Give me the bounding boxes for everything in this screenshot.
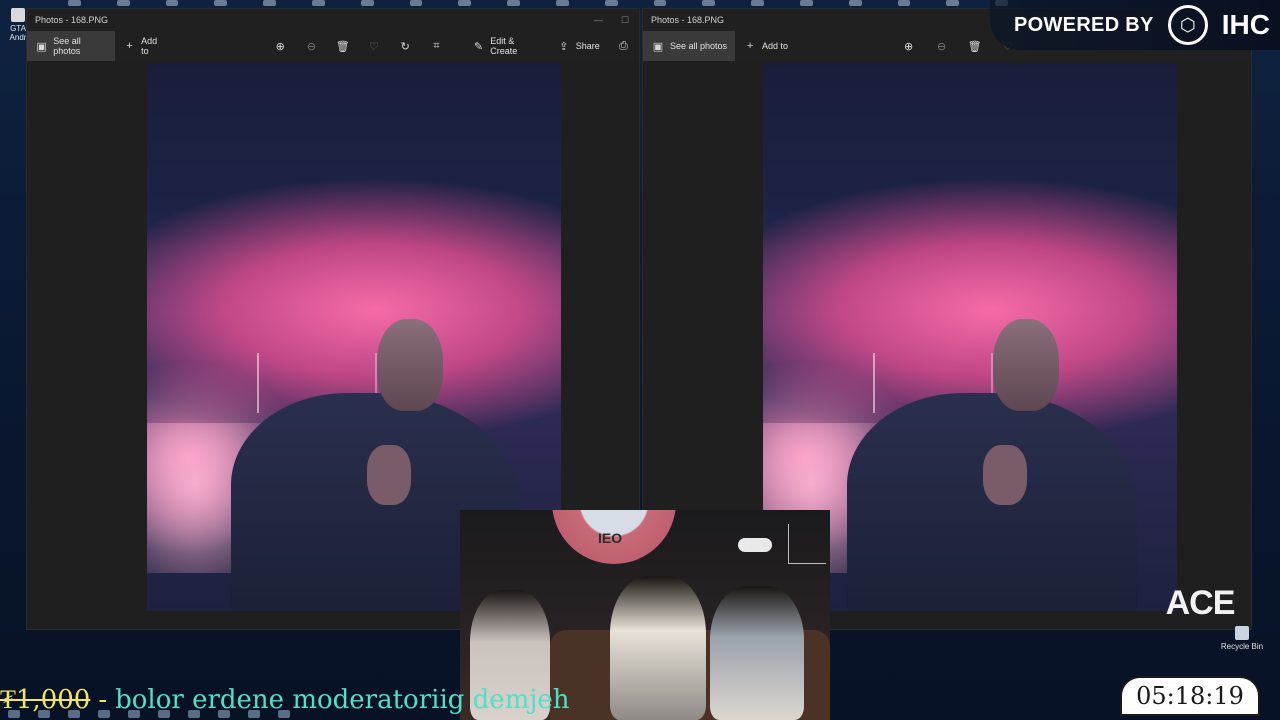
desktop-shortcut-label: GTA Andr xyxy=(9,24,27,42)
app-icon[interactable] xyxy=(946,0,960,6)
taskbar-app-icon[interactable] xyxy=(218,710,230,718)
add-to-label: Add to xyxy=(762,41,789,51)
taskbar-app-icon[interactable] xyxy=(128,710,140,718)
app-icon[interactable] xyxy=(409,0,423,6)
photos-icon: ▣ xyxy=(652,40,664,53)
performer-head xyxy=(993,319,1059,411)
performer-hand xyxy=(367,445,411,505)
plus-icon: + xyxy=(126,40,133,52)
app-icon[interactable] xyxy=(653,0,667,6)
share-label: Share xyxy=(575,41,600,51)
powered-by-label: POWERED BY xyxy=(1014,13,1154,36)
add-to-button[interactable]: + Add to xyxy=(735,31,796,61)
app-icon[interactable] xyxy=(604,0,618,6)
taskbar-app-icon[interactable] xyxy=(38,710,50,718)
zoom-out-icon[interactable]: ⊖ xyxy=(296,31,327,61)
trash-icon[interactable]: 🗑 xyxy=(958,31,991,61)
streamer-person xyxy=(610,576,706,720)
maximize-icon[interactable]: ☐ xyxy=(621,15,629,26)
taskbar-app-icon[interactable] xyxy=(158,710,170,718)
edit-create-icon: ✎ xyxy=(474,40,484,53)
share-button[interactable]: ⇪ Share xyxy=(549,31,608,61)
recycle-bin-label: Recycle Bin xyxy=(1220,642,1264,651)
wheel-text: OƎI xyxy=(598,530,623,546)
print-icon[interactable]: ⎙ xyxy=(608,31,639,61)
app-icon[interactable] xyxy=(555,0,569,6)
app-icon[interactable] xyxy=(848,0,862,6)
crop-icon[interactable]: ⌗ xyxy=(421,31,452,61)
share-icon: ⇪ xyxy=(559,40,569,53)
taskbar-app-icon[interactable] xyxy=(98,710,110,718)
app-icon[interactable] xyxy=(360,0,374,6)
app-icon[interactable] xyxy=(702,0,716,6)
zoom-out-icon[interactable]: ⊖ xyxy=(925,31,958,61)
taskbar-app-icon[interactable] xyxy=(68,710,80,718)
edit-create-label: Edit & Create xyxy=(490,36,518,56)
photos-icon: ▣ xyxy=(36,40,47,53)
zoom-in-icon[interactable]: ⊕ xyxy=(265,31,296,61)
rotate-icon[interactable]: ↻ xyxy=(390,31,421,61)
stream-timer: 05:18:19 xyxy=(1120,676,1260,716)
ihc-logo-icon: ⬡ xyxy=(1167,5,1208,45)
see-all-photos-label: See all photos xyxy=(53,36,81,56)
app-icon[interactable] xyxy=(68,0,81,6)
ace-logo: ACE xyxy=(1165,584,1236,622)
app-icon[interactable] xyxy=(165,0,179,6)
window-titlebar[interactable]: Photos - 168.PNG — ☐ xyxy=(27,9,639,31)
brand-name: IHC xyxy=(1221,9,1270,40)
taskbar-app-icon[interactable] xyxy=(278,710,290,718)
recycle-bin[interactable]: Recycle Bin xyxy=(1216,626,1268,651)
start-icon[interactable] xyxy=(8,710,20,718)
taskbar-app-icon[interactable] xyxy=(248,710,260,718)
heart-icon[interactable]: ♡ xyxy=(358,31,389,61)
performer-head xyxy=(377,319,443,411)
trash-icon[interactable]: 🗑 xyxy=(327,31,358,61)
window-title: Photos - 168.PNG xyxy=(35,15,109,25)
add-to-button[interactable]: + Add to xyxy=(115,31,174,61)
app-shortcut-icon xyxy=(11,8,25,22)
app-icon[interactable] xyxy=(311,0,325,6)
see-all-photos-button[interactable]: ▣ See all photos xyxy=(643,31,736,61)
app-icon[interactable] xyxy=(507,0,520,6)
plus-icon: + xyxy=(746,40,754,52)
wall-chart-decor xyxy=(788,524,826,564)
photos-toolbar: ▣ See all photos + Add to ⊕ ⊖ 🗑 ♡ ↻ ⌗ ✎ … xyxy=(27,31,639,61)
add-to-label: Add to xyxy=(141,36,158,56)
powered-by-banner: POWERED BY ⬡ IHC xyxy=(990,0,1280,50)
minimize-icon[interactable]: — xyxy=(594,15,603,26)
see-all-photos-button[interactable]: ▣ See all photos xyxy=(27,31,116,61)
edit-create-button[interactable]: ✎ Edit & Create xyxy=(464,31,549,61)
top-icon-strip xyxy=(28,0,1008,8)
app-icon[interactable] xyxy=(897,0,911,6)
performer-hand xyxy=(983,445,1027,505)
app-icon[interactable] xyxy=(799,0,813,6)
app-icon[interactable] xyxy=(116,0,130,6)
streamer-person xyxy=(710,586,804,720)
recycle-bin-icon xyxy=(1235,626,1249,640)
zoom-in-icon[interactable]: ⊕ xyxy=(892,31,925,61)
see-all-photos-label: See all photos xyxy=(670,41,728,51)
app-icon[interactable] xyxy=(458,0,472,6)
window-title: Photos - 168.PNG xyxy=(651,15,725,25)
app-icon[interactable] xyxy=(214,0,228,6)
app-icon[interactable] xyxy=(751,0,764,6)
taskbar xyxy=(0,710,460,720)
cloud-decor xyxy=(738,538,772,552)
taskbar-app-icon[interactable] xyxy=(188,710,200,718)
app-icon[interactable] xyxy=(263,0,276,6)
